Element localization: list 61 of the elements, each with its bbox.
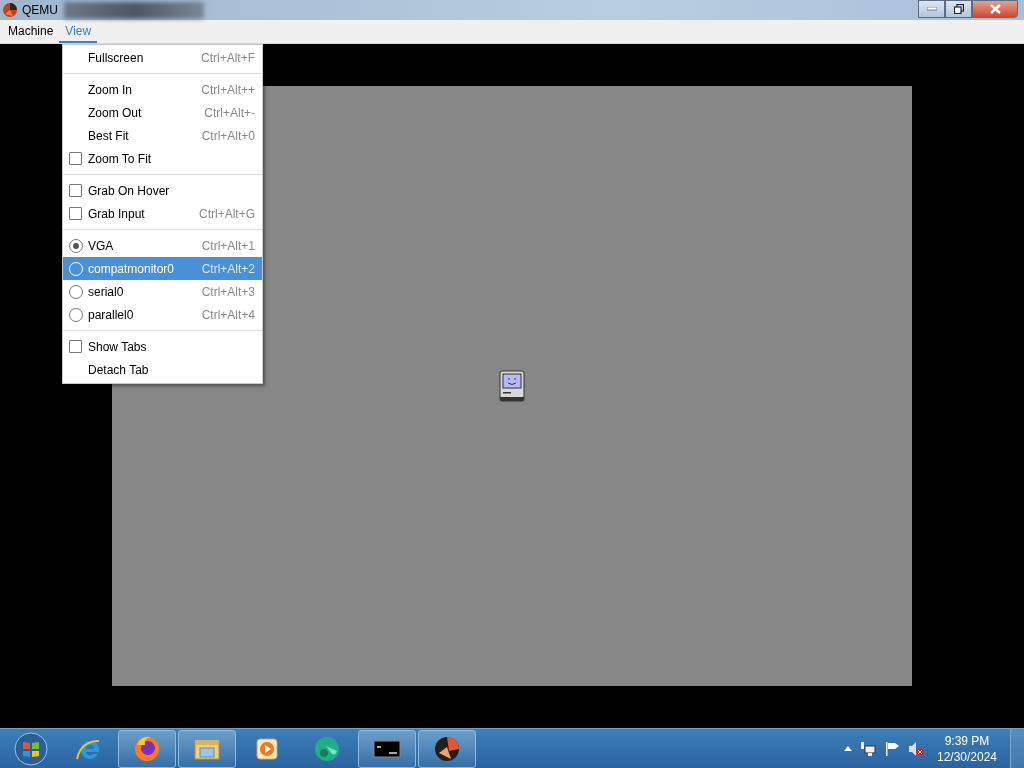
menu-item[interactable]: Fullscreen Ctrl+Alt+F <box>63 46 262 69</box>
menu-item[interactable]: VGA Ctrl+Alt+1 <box>63 234 262 257</box>
menu-item[interactable]: Best Fit Ctrl+Alt+0 <box>63 124 262 147</box>
radio-button[interactable] <box>68 307 83 322</box>
checkbox[interactable] <box>69 340 82 353</box>
taskbar-button[interactable] <box>418 729 476 768</box>
shortcut-label: Ctrl+Alt+1 <box>201 237 255 255</box>
menu-label: Grab On Hover <box>88 182 170 200</box>
menu-item[interactable]: Grab Input Ctrl+Alt+G <box>63 202 262 225</box>
network-icon[interactable] <box>860 740 876 757</box>
menu-label: VGA <box>88 237 114 255</box>
menu-item[interactable]: Machine <box>2 20 60 43</box>
restore-icon <box>953 4 964 14</box>
start-button[interactable] <box>14 731 48 766</box>
menu-item[interactable]: Show Tabs <box>63 335 262 358</box>
shortcut-label: Ctrl+Alt+3 <box>201 283 255 301</box>
menu-item[interactable]: Grab On Hover <box>63 179 262 202</box>
menu-label: Zoom In <box>88 81 132 99</box>
menu-item[interactable]: Zoom In Ctrl+Alt++ <box>63 78 262 101</box>
speaker-muted-icon[interactable] <box>908 740 924 757</box>
restore-button[interactable] <box>945 0 972 18</box>
checkbox[interactable] <box>69 207 82 220</box>
menu-label: Detach Tab <box>88 361 149 379</box>
shortcut-label: Ctrl+Alt+- <box>204 104 255 122</box>
checkbox[interactable] <box>69 184 82 197</box>
shortcut-label: Ctrl+Alt+0 <box>201 127 255 145</box>
menu-item[interactable]: serial0 Ctrl+Alt+3 <box>63 280 262 303</box>
close-icon <box>989 4 1001 14</box>
menu-item[interactable]: Zoom Out Ctrl+Alt+- <box>63 101 262 124</box>
clock-date: 12/30/2024 <box>935 748 999 765</box>
window-title: QEMU <box>22 2 58 19</box>
flag-icon[interactable] <box>884 740 900 757</box>
shortcut-label: Ctrl+Alt++ <box>201 81 255 99</box>
taskbar-button[interactable] <box>358 729 416 768</box>
computer-icon <box>499 370 525 402</box>
menu-item[interactable]: Zoom To Fit <box>63 147 262 170</box>
menu-label: Show Tabs <box>88 338 147 356</box>
shortcut-label: Ctrl+Alt+4 <box>201 306 255 324</box>
menu-label: Zoom To Fit <box>88 150 152 168</box>
shortcut-label: Ctrl+Alt+G <box>199 205 255 223</box>
menu-label: Best Fit <box>88 127 129 145</box>
menu-label: serial0 <box>88 283 124 301</box>
menu-label: compatmonitor0 <box>88 260 175 278</box>
menu-label: parallel0 <box>88 306 134 324</box>
menu-item[interactable]: Detach Tab <box>63 358 262 381</box>
menu-item[interactable]: parallel0 Ctrl+Alt+4 <box>63 303 262 326</box>
menu-label: Grab Input <box>88 205 145 223</box>
menu-label: Fullscreen <box>88 49 144 67</box>
clock[interactable]: 9:39 PM 12/30/2024 <box>932 732 1002 765</box>
shortcut-label: Ctrl+Alt+F <box>201 49 255 67</box>
radio-button[interactable] <box>68 284 83 299</box>
menu-label: Zoom Out <box>88 104 142 122</box>
shortcut-label: Ctrl+Alt+2 <box>201 260 255 278</box>
app-icon <box>2 2 18 18</box>
minimize-button[interactable] <box>918 0 945 18</box>
close-button[interactable] <box>972 0 1018 18</box>
chevron-up-icon[interactable] <box>844 746 852 751</box>
checkbox[interactable] <box>69 152 82 165</box>
radio-button[interactable] <box>68 238 83 253</box>
clock-time: 9:39 PM <box>943 732 991 749</box>
minimize-icon <box>926 7 937 11</box>
